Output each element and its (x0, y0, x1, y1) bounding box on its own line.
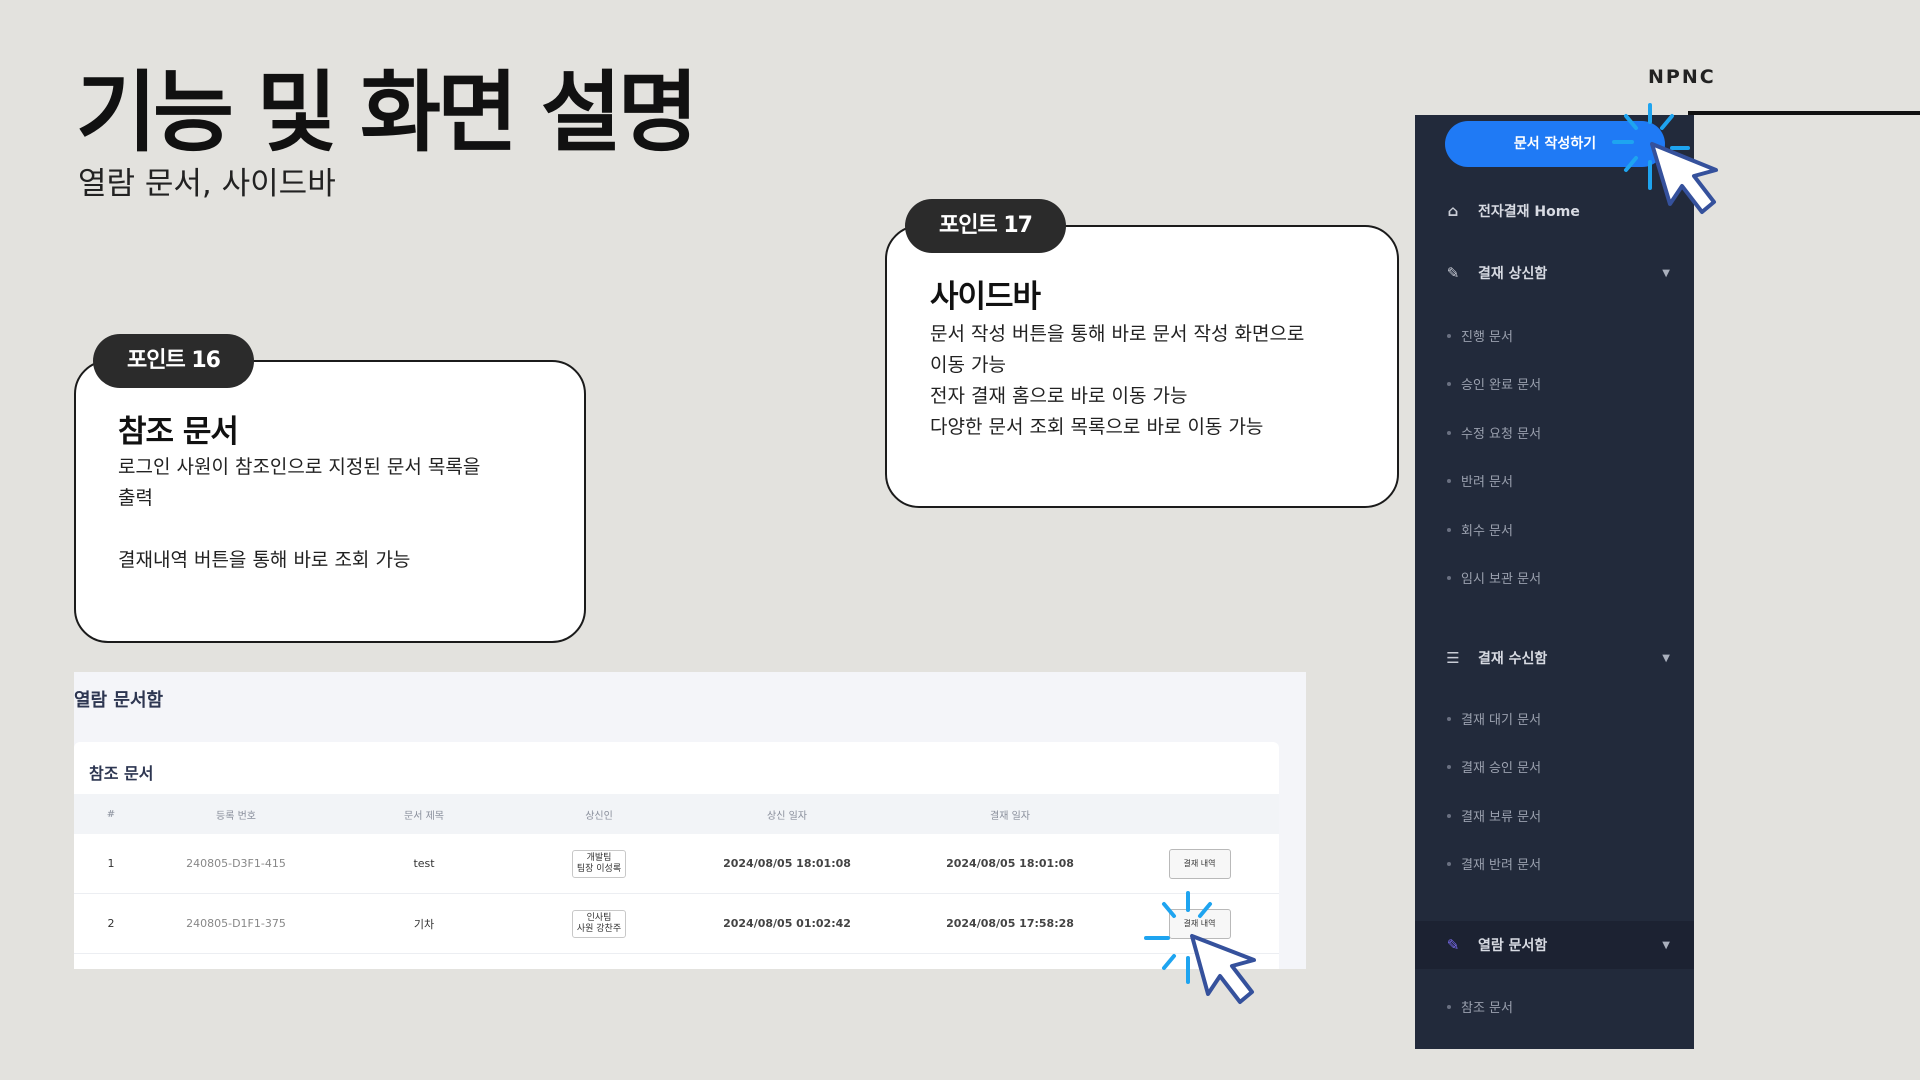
col-header: 상신 일자 (767, 810, 807, 822)
sender-cell: 개발팀 팀장 이성록 (524, 849, 674, 878)
col-header: 상신인 (585, 810, 613, 822)
bullet-icon (1447, 430, 1451, 435)
row-number: 2 (107, 917, 115, 930)
sidebar-sub-item[interactable]: 수정 요청 문서 (1447, 423, 1541, 442)
sender-cell: 인사팀 사원 강찬주 (524, 909, 674, 938)
sidebar-sub-item[interactable]: 결재 보류 문서 (1447, 806, 1541, 825)
sidebar-group-received[interactable]: ☰ 결재 수신함 ▼ (1415, 634, 1694, 682)
click-cursor-icon (1144, 891, 1256, 1004)
col-header: # (106, 808, 116, 820)
bullet-icon (1447, 527, 1451, 532)
bullet-icon (1447, 1004, 1451, 1009)
point-16-card: 포인트 16 참조 문서 로그인 사원이 참조인으로 지정된 문서 목록을 출력… (74, 334, 586, 643)
sidebar-item-label: 열람 문서함 (1478, 938, 1548, 954)
bullet-icon (1447, 764, 1451, 769)
bullet-icon (1447, 575, 1451, 580)
registration-number: 240805-D3F1-415 (186, 857, 286, 870)
approval-date: 2024/08/05 17:58:28 (946, 917, 1074, 930)
bullet-icon (1447, 381, 1451, 386)
sidebar-sub-label: 회수 문서 (1461, 524, 1513, 539)
sidebar-sub-label: 참조 문서 (1461, 1001, 1513, 1016)
point-16-pill: 포인트 16 (93, 334, 254, 388)
list-icon: ☰ (1446, 649, 1460, 667)
table-row[interactable]: 2 240805-D1F1-375 기차 인사팀 사원 강찬주 2024/08/… (74, 894, 1279, 954)
point-17-heading: 사이드바 (930, 279, 1041, 315)
document-title: 기차 (413, 917, 435, 931)
sidebar-group-reading[interactable]: ✎ 열람 문서함 ▼ (1415, 921, 1694, 969)
col-header: 등록 번호 (216, 810, 256, 822)
sidebar: 문서 작성하기 ⌂ 전자결재 Home ✎ 결재 상신함 ▼ 진행 문서 승인 … (1415, 115, 1694, 1049)
table-row[interactable]: 1 240805-D3F1-415 test 개발팀 팀장 이성록 2024/0… (74, 834, 1279, 894)
bullet-icon (1447, 716, 1451, 721)
sender-badge: 개발팀 팀장 이성록 (571, 849, 627, 878)
sent-date: 2024/08/05 01:02:42 (723, 917, 851, 930)
bullet-icon (1447, 478, 1451, 483)
sender-badge: 인사팀 사원 강찬주 (571, 909, 627, 938)
table-header: # 등록 번호 문서 제목 상신인 상신 일자 결재 일자 (74, 794, 1279, 834)
panel-title: 열람 문서함 (74, 690, 164, 711)
chevron-down-icon: ▼ (1662, 267, 1670, 279)
page-title: 기능 및 화면 설명 (76, 61, 699, 164)
brand-label: NPNC (1648, 66, 1716, 88)
col-header: 문서 제목 (404, 810, 444, 822)
point-16-description: 로그인 사원이 참조인으로 지정된 문서 목록을 출력 결재내역 버튼을 통해 … (118, 456, 481, 571)
point-16-heading: 참조 문서 (118, 414, 239, 450)
reference-documents-card: 참조 문서 # 등록 번호 문서 제목 상신인 상신 일자 결재 일자 1 24… (74, 742, 1279, 969)
sidebar-sub-item[interactable]: 참조 문서 (1447, 997, 1513, 1016)
bullet-icon (1447, 333, 1451, 338)
sidebar-sub-label: 승인 완료 문서 (1461, 378, 1542, 393)
point-17-card: 포인트 17 사이드바 문서 작성 버튼을 통해 바로 문서 작성 화면으로 이… (885, 199, 1399, 508)
col-header: 결재 일자 (990, 810, 1030, 822)
approval-history-button[interactable]: 결재 내역 (1168, 848, 1231, 879)
sidebar-sub-item[interactable]: 진행 문서 (1447, 326, 1513, 345)
reference-table: # 등록 번호 문서 제목 상신인 상신 일자 결재 일자 1 240805-D… (74, 794, 1279, 954)
sidebar-group-sent[interactable]: ✎ 결재 상신함 ▼ (1415, 249, 1694, 297)
approval-date: 2024/08/05 18:01:08 (946, 857, 1074, 870)
section-title: 참조 문서 (89, 764, 154, 783)
action-cell: 결재 내역 (1120, 848, 1279, 879)
sidebar-sub-label: 진행 문서 (1461, 330, 1513, 345)
sidebar-sub-label: 결재 대기 문서 (1461, 713, 1542, 728)
chevron-down-icon: ▼ (1662, 939, 1670, 951)
sidebar-sub-item[interactable]: 임시 보관 문서 (1447, 568, 1541, 587)
edit-icon: ✎ (1446, 264, 1460, 282)
sidebar-sub-item[interactable]: 결재 승인 문서 (1447, 757, 1541, 776)
page-subtitle: 열람 문서, 사이드바 (78, 166, 336, 202)
document-title: test (413, 857, 435, 870)
chevron-down-icon: ▼ (1662, 652, 1670, 664)
sent-date: 2024/08/05 18:01:08 (723, 857, 851, 870)
home-icon: ⌂ (1447, 202, 1459, 220)
sidebar-sub-label: 임시 보관 문서 (1461, 572, 1542, 587)
sidebar-sub-label: 수정 요청 문서 (1461, 427, 1542, 442)
reading-documents-screenshot: 열람 문서함 참조 문서 # 등록 번호 문서 제목 상신인 상신 일자 결재 … (74, 672, 1306, 969)
sidebar-sub-item[interactable]: 회수 문서 (1447, 520, 1513, 539)
registration-number: 240805-D1F1-375 (186, 917, 286, 930)
sidebar-sub-item[interactable]: 결재 대기 문서 (1447, 709, 1541, 728)
sidebar-item-label: 전자결재 Home (1478, 204, 1580, 220)
sidebar-sub-label: 결재 보류 문서 (1461, 810, 1542, 825)
sidebar-sub-item[interactable]: 결재 반려 문서 (1447, 854, 1541, 873)
sidebar-item-label: 결재 수신함 (1478, 651, 1548, 667)
sidebar-item-label: 결재 상신함 (1478, 266, 1548, 282)
sidebar-sub-label: 결재 승인 문서 (1461, 761, 1542, 776)
edit-icon: ✎ (1446, 936, 1460, 954)
row-number: 1 (107, 857, 115, 870)
point-17-pill: 포인트 17 (905, 199, 1066, 253)
point-17-description: 문서 작성 버튼을 통해 바로 문서 작성 화면으로 이동 가능 전자 결재 홈… (930, 323, 1305, 438)
bullet-icon (1447, 861, 1451, 866)
sidebar-sub-label: 반려 문서 (1461, 475, 1513, 490)
sidebar-sub-label: 결재 반려 문서 (1461, 858, 1542, 873)
sidebar-sub-item[interactable]: 승인 완료 문서 (1447, 374, 1541, 393)
sidebar-sub-item[interactable]: 반려 문서 (1447, 471, 1513, 490)
click-cursor-icon (1612, 103, 1718, 214)
bullet-icon (1447, 813, 1451, 818)
